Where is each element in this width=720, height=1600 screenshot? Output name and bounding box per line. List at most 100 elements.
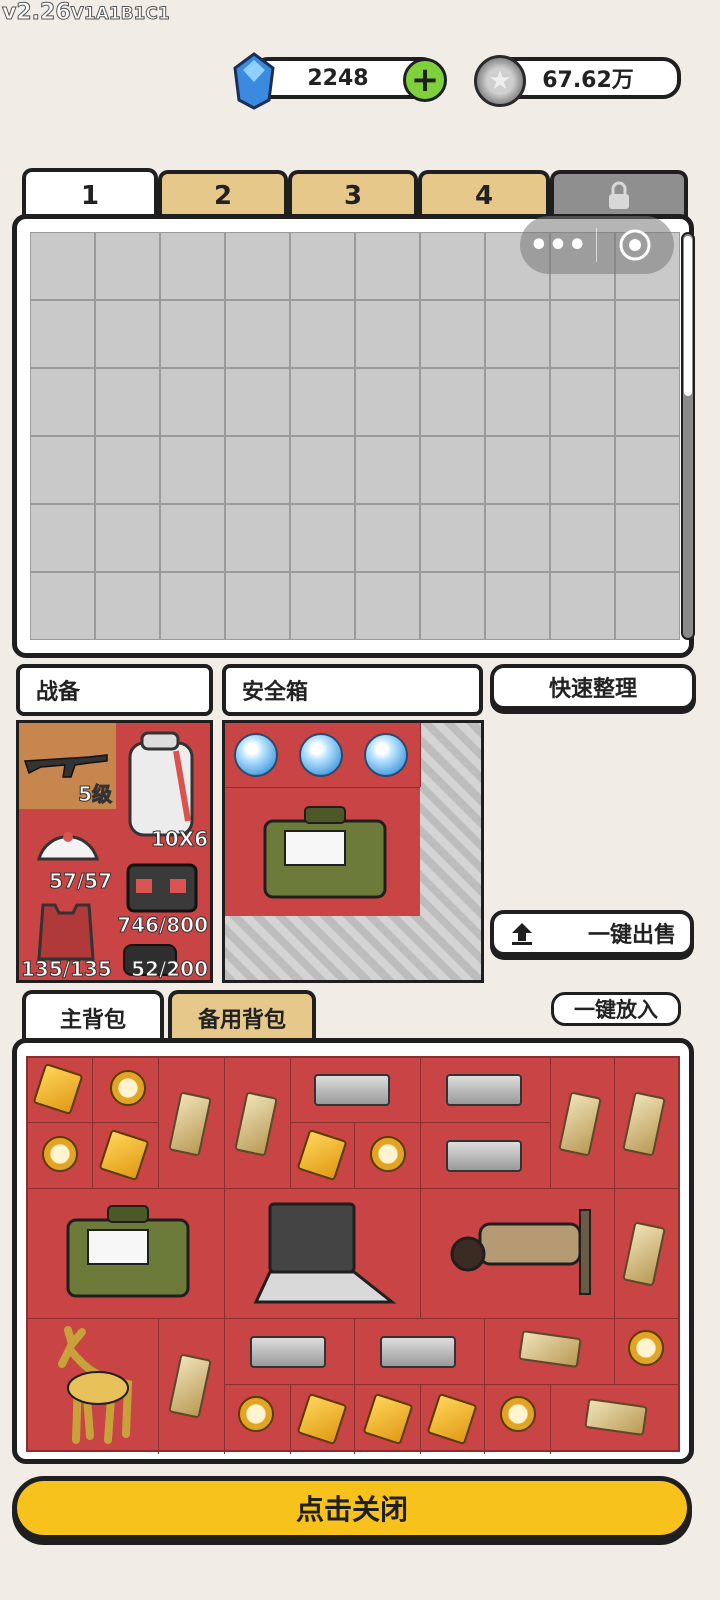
statue-icon[interactable] bbox=[440, 1204, 600, 1304]
storage-cell[interactable] bbox=[95, 368, 160, 436]
storage-cell[interactable] bbox=[550, 436, 615, 504]
gold-bar-icon[interactable] bbox=[584, 1397, 648, 1437]
graphics-card-icon[interactable] bbox=[380, 1336, 456, 1368]
storage-cell[interactable] bbox=[550, 300, 615, 368]
storage-cell[interactable] bbox=[95, 300, 160, 368]
storage-cell[interactable] bbox=[95, 572, 160, 640]
storage-cell[interactable] bbox=[95, 504, 160, 572]
storage-cell[interactable] bbox=[355, 368, 420, 436]
storage-cell[interactable] bbox=[355, 300, 420, 368]
storage-cell[interactable] bbox=[160, 232, 225, 300]
storage-grid[interactable] bbox=[30, 232, 680, 640]
storage-cell[interactable] bbox=[290, 232, 355, 300]
storage-cell[interactable] bbox=[485, 368, 550, 436]
quick-sort-button[interactable]: 快速整理 bbox=[490, 664, 696, 710]
storage-cell[interactable] bbox=[160, 300, 225, 368]
tab-storage-locked[interactable] bbox=[550, 170, 688, 218]
storage-cell[interactable] bbox=[485, 572, 550, 640]
pocket-watch-icon[interactable] bbox=[42, 1136, 78, 1172]
graphics-card-icon[interactable] bbox=[250, 1336, 326, 1368]
gold-card-icon[interactable] bbox=[98, 1128, 150, 1182]
storage-cell[interactable] bbox=[615, 368, 680, 436]
storage-cell[interactable] bbox=[485, 300, 550, 368]
storage-cell[interactable] bbox=[290, 504, 355, 572]
storage-cell[interactable] bbox=[30, 368, 95, 436]
storage-cell[interactable] bbox=[160, 504, 225, 572]
put-all-button[interactable]: 一键放入 bbox=[551, 992, 681, 1026]
storage-cell[interactable] bbox=[355, 572, 420, 640]
gold-bar-icon[interactable] bbox=[518, 1329, 582, 1369]
storage-cell[interactable] bbox=[225, 436, 290, 504]
gold-card-icon[interactable] bbox=[426, 1392, 478, 1446]
storage-cell[interactable] bbox=[485, 504, 550, 572]
tab-main-bag[interactable]: 主背包 bbox=[22, 990, 164, 1042]
field-case-icon[interactable] bbox=[255, 801, 395, 905]
storage-cell[interactable] bbox=[225, 504, 290, 572]
graphics-card-icon[interactable] bbox=[314, 1074, 390, 1106]
gold-bar-icon[interactable] bbox=[234, 1091, 278, 1157]
storage-cell[interactable] bbox=[550, 368, 615, 436]
close-circle-icon[interactable] bbox=[597, 227, 673, 263]
gear-slot-case[interactable]: 52/200 bbox=[116, 939, 210, 983]
storage-cell[interactable] bbox=[225, 368, 290, 436]
diamond-icon[interactable] bbox=[299, 733, 343, 777]
storage-cell[interactable] bbox=[355, 504, 420, 572]
laptop-icon[interactable] bbox=[248, 1198, 398, 1308]
storage-cell[interactable] bbox=[615, 300, 680, 368]
scrollbar-thumb[interactable] bbox=[684, 236, 692, 396]
safe-box-grid[interactable] bbox=[222, 720, 484, 983]
graphics-card-icon[interactable] bbox=[446, 1074, 522, 1106]
gear-slot-backpack[interactable]: 10X6 bbox=[116, 723, 210, 853]
storage-cell[interactable] bbox=[550, 572, 615, 640]
storage-cell[interactable] bbox=[95, 436, 160, 504]
main-bag-grid[interactable] bbox=[26, 1056, 680, 1454]
tab-storage-3[interactable]: 3 bbox=[288, 170, 418, 218]
more-icon[interactable]: ••• bbox=[520, 228, 596, 263]
graphics-card-icon[interactable] bbox=[446, 1140, 522, 1172]
storage-cell[interactable] bbox=[485, 436, 550, 504]
storage-cell[interactable] bbox=[290, 436, 355, 504]
pocket-watch-icon[interactable] bbox=[370, 1136, 406, 1172]
storage-cell[interactable] bbox=[160, 368, 225, 436]
storage-cell[interactable] bbox=[420, 300, 485, 368]
gear-slot-weapon[interactable]: 5级 bbox=[19, 723, 116, 809]
gear-slot-helmet[interactable]: 57/57 bbox=[19, 809, 116, 895]
gold-card-icon[interactable] bbox=[32, 1062, 84, 1116]
gold-card-icon[interactable] bbox=[296, 1392, 348, 1446]
gold-card-icon[interactable] bbox=[362, 1392, 414, 1446]
sell-all-button[interactable]: 一键出售 bbox=[490, 910, 694, 956]
storage-cell[interactable] bbox=[30, 232, 95, 300]
storage-cell[interactable] bbox=[95, 232, 160, 300]
storage-cell[interactable] bbox=[420, 368, 485, 436]
storage-cell[interactable] bbox=[420, 232, 485, 300]
gold-bar-icon[interactable] bbox=[622, 1221, 666, 1287]
diamond-icon[interactable] bbox=[234, 733, 278, 777]
tab-storage-4[interactable]: 4 bbox=[418, 170, 550, 218]
storage-cell[interactable] bbox=[550, 504, 615, 572]
storage-cell[interactable] bbox=[615, 436, 680, 504]
storage-cell[interactable] bbox=[30, 572, 95, 640]
close-button[interactable]: 点击关闭 bbox=[12, 1476, 692, 1540]
storage-cell[interactable] bbox=[160, 436, 225, 504]
pocket-watch-icon[interactable] bbox=[500, 1396, 536, 1432]
tab-spare-bag[interactable]: 备用背包 bbox=[168, 990, 316, 1042]
tab-storage-2[interactable]: 2 bbox=[158, 170, 288, 218]
field-case-icon[interactable] bbox=[58, 1198, 198, 1304]
storage-cell[interactable] bbox=[225, 572, 290, 640]
storage-cell[interactable] bbox=[420, 504, 485, 572]
gold-bar-icon[interactable] bbox=[168, 1091, 212, 1157]
storage-cell[interactable] bbox=[290, 300, 355, 368]
storage-cell[interactable] bbox=[225, 232, 290, 300]
storage-scrollbar[interactable] bbox=[681, 232, 695, 640]
diamond-icon[interactable] bbox=[364, 733, 408, 777]
gold-card-icon[interactable] bbox=[296, 1128, 348, 1182]
storage-cell[interactable] bbox=[160, 572, 225, 640]
storage-cell[interactable] bbox=[615, 572, 680, 640]
storage-cell[interactable] bbox=[615, 504, 680, 572]
add-gems-button[interactable]: + bbox=[403, 58, 447, 102]
storage-cell[interactable] bbox=[355, 436, 420, 504]
storage-cell[interactable] bbox=[420, 572, 485, 640]
storage-cell[interactable] bbox=[225, 300, 290, 368]
pocket-watch-icon[interactable] bbox=[628, 1330, 664, 1366]
storage-cell[interactable] bbox=[290, 572, 355, 640]
